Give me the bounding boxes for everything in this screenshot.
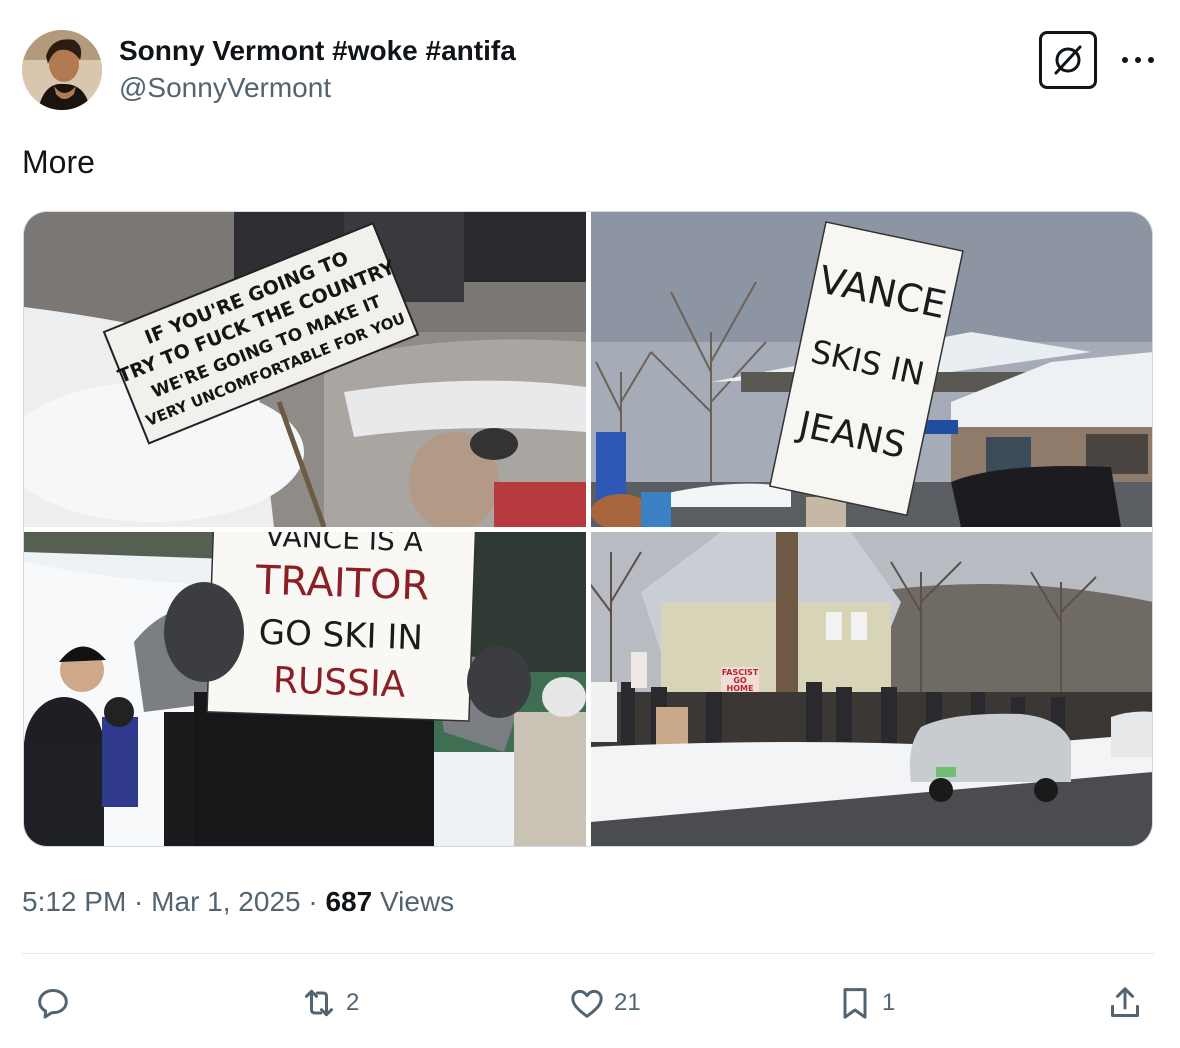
like-heart-icon — [562, 978, 612, 1028]
grok-button[interactable] — [1039, 31, 1097, 89]
photo-1[interactable]: IF YOU'RE GOING TO TRY TO FUCK THE COUNT… — [24, 212, 586, 527]
like-count: 21 — [614, 989, 641, 1016]
meta-separator: · — [126, 886, 152, 917]
more-button[interactable] — [1118, 46, 1158, 74]
tweet-header: Sonny Vermont #woke #antifa @SonnyVermon… — [22, 30, 1158, 110]
bookmark-count: 1 — [882, 989, 896, 1016]
tweet-text: More — [22, 144, 95, 180]
handle[interactable]: @SonnyVermont — [119, 70, 516, 106]
reply-button[interactable] — [28, 978, 78, 1028]
timestamp-time[interactable]: 5:12 PM — [22, 886, 126, 917]
avatar[interactable] — [22, 30, 102, 110]
meta-separator: · — [300, 886, 326, 917]
sign-text-line: GO SKI IN — [258, 613, 423, 659]
photo-3[interactable]: VANCE IS A TRAITOR GO SKI IN RUSSIA — [24, 532, 586, 846]
bookmark-button[interactable]: 1 — [830, 978, 895, 1028]
divider — [22, 953, 1154, 954]
sign-text-line: HOME — [727, 684, 754, 693]
repost-button[interactable]: 2 — [294, 978, 359, 1028]
action-bar: 2 21 1 — [22, 978, 1154, 1028]
like-button[interactable]: 21 — [562, 978, 641, 1028]
grok-slash-icon — [1054, 45, 1082, 75]
tweet-meta: 5:12 PM · Mar 1, 2025 · 687 Views — [22, 882, 454, 922]
author-names: Sonny Vermont #woke #antifa @SonnyVermon… — [119, 34, 516, 106]
photo-2[interactable]: VANCE SKIS IN JEANS — [591, 212, 1152, 527]
views-count: 687 — [325, 886, 373, 917]
repost-icon — [294, 978, 344, 1028]
bookmark-icon — [830, 978, 880, 1028]
sign-text-line: TRAITOR — [254, 557, 430, 609]
timestamp-date[interactable]: Mar 1, 2025 — [151, 886, 300, 917]
views-label: Views — [372, 886, 455, 917]
more-dots-icon — [1122, 57, 1154, 63]
display-name[interactable]: Sonny Vermont #woke #antifa — [119, 34, 516, 68]
share-button[interactable] — [1100, 978, 1150, 1028]
reply-icon — [28, 978, 78, 1028]
share-icon — [1100, 978, 1150, 1028]
media-grid: IF YOU'RE GOING TO TRY TO FUCK THE COUNT… — [23, 211, 1153, 847]
sign-text-line: RUSSIA — [272, 660, 406, 706]
grid-gutter — [24, 527, 1152, 532]
photo-4[interactable]: FASCIST GO HOME — [591, 532, 1152, 846]
repost-count: 2 — [346, 989, 360, 1016]
